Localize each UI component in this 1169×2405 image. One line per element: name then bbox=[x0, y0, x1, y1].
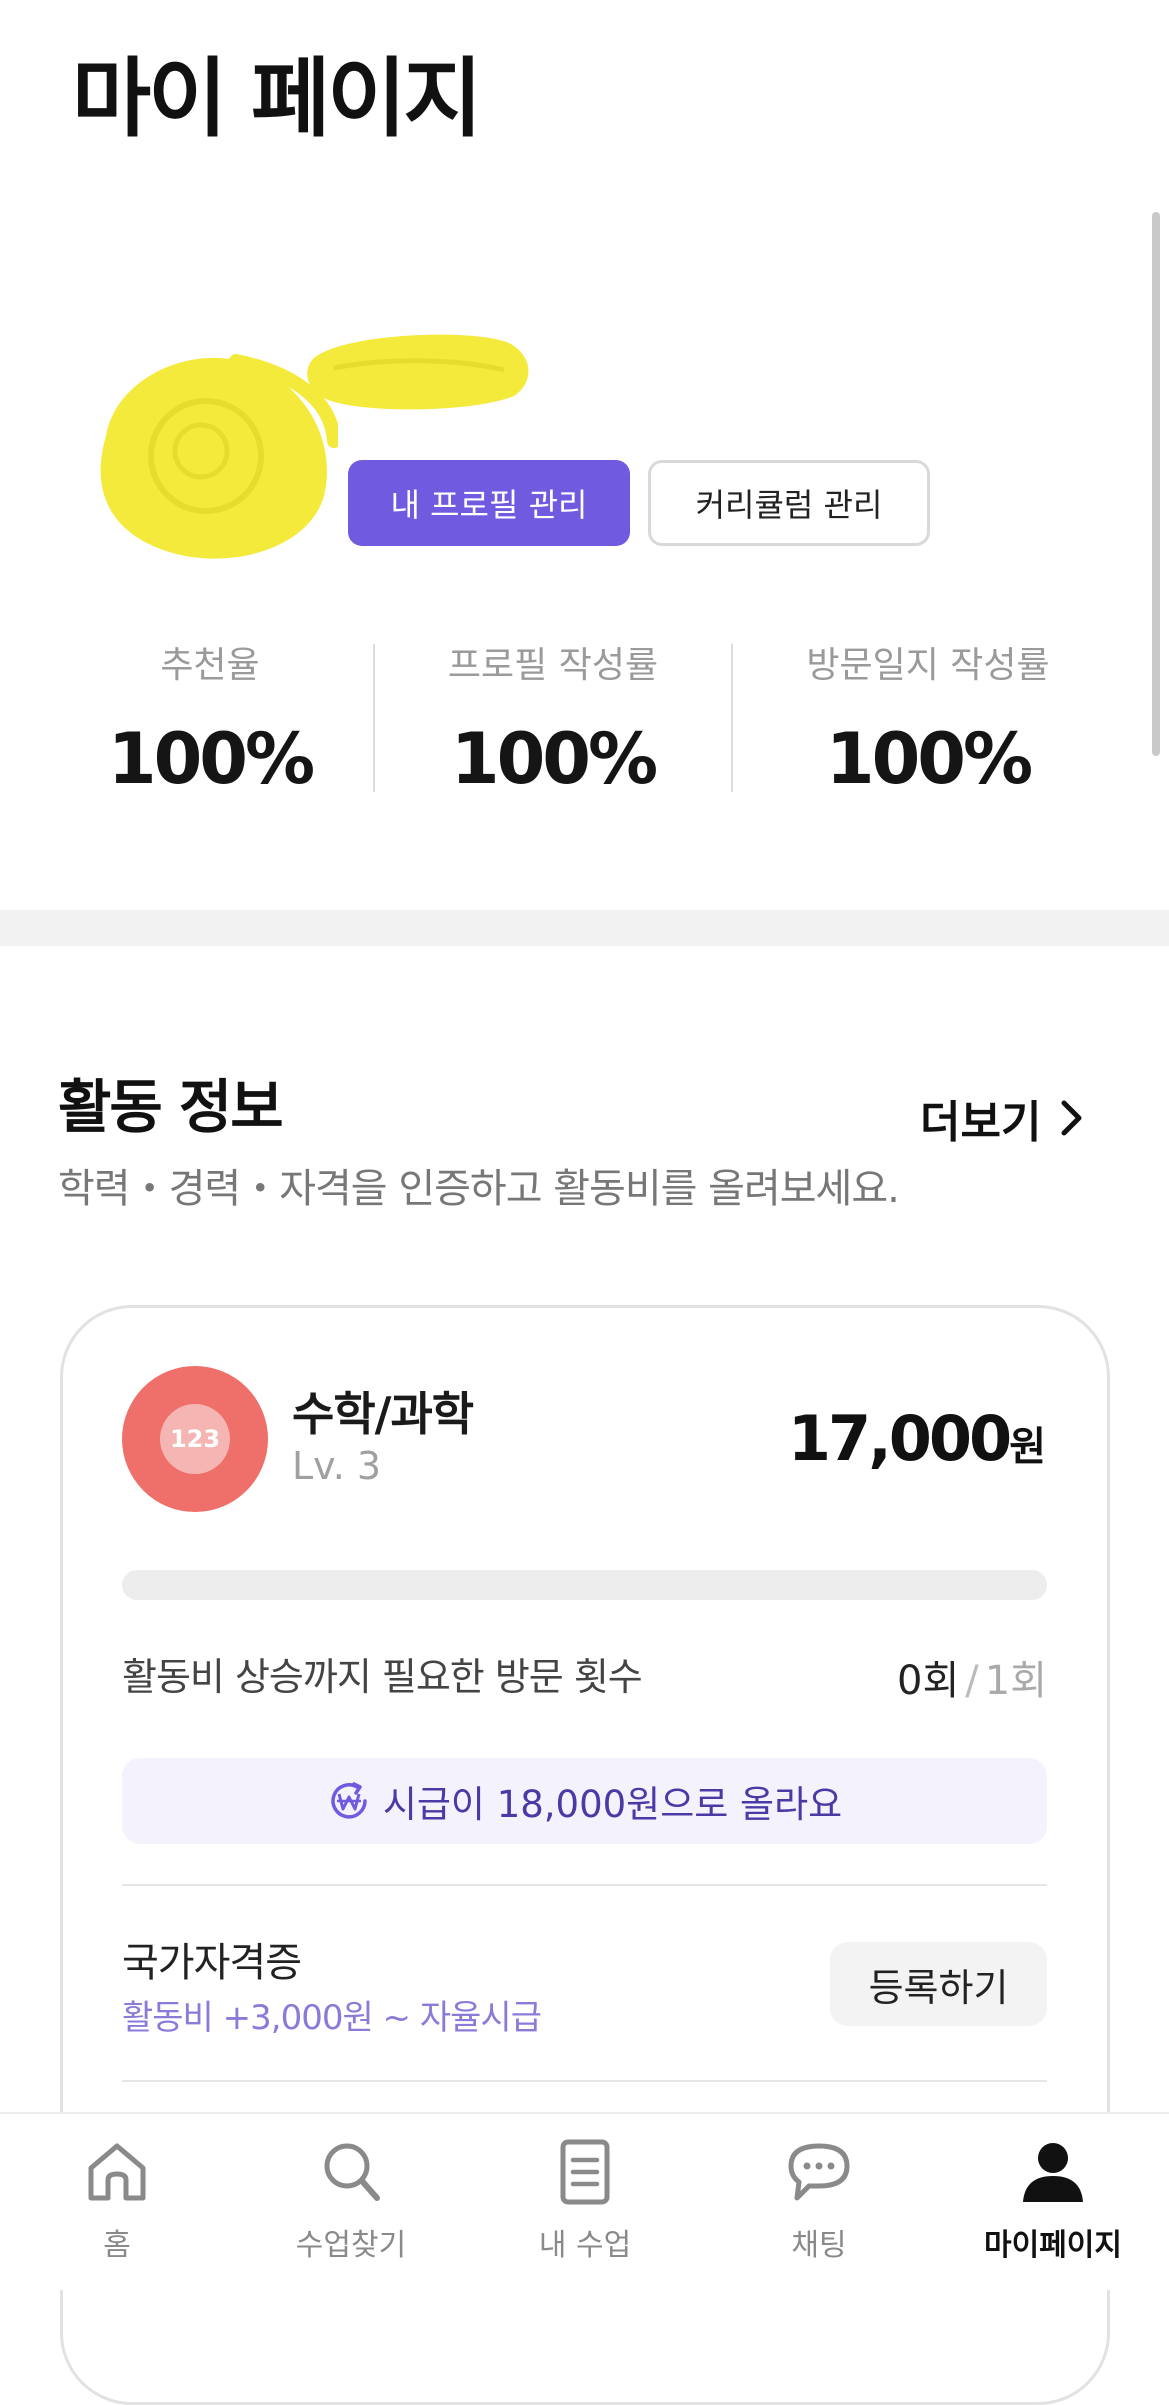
subject-level: Lv. 3 bbox=[292, 1444, 382, 1488]
more-link-label: 더보기 bbox=[920, 1097, 1042, 1148]
divider bbox=[122, 2080, 1047, 2082]
stat-divider bbox=[373, 644, 375, 792]
stat-label: 방문일지 작성률 bbox=[806, 645, 1050, 686]
nav-label: 내 수업 bbox=[538, 2228, 632, 2263]
stat-recommendation-rate: 추천율 100% bbox=[50, 636, 370, 800]
stat-visit-log-completion: 방문일지 작성률 100% bbox=[768, 636, 1088, 800]
document-icon bbox=[560, 2139, 610, 2205]
visit-count: 0회/1회 bbox=[790, 1648, 1047, 1706]
divider bbox=[122, 1884, 1047, 1886]
hourly-rate-unit: 원 bbox=[1009, 1424, 1046, 1470]
stat-profile-completion: 프로필 작성률 100% bbox=[393, 636, 713, 800]
stat-value: 100% bbox=[107, 718, 315, 800]
stat-value: 100% bbox=[450, 718, 658, 800]
nav-label: 홈 bbox=[103, 2228, 131, 2263]
nav-item-home[interactable]: 홈 bbox=[17, 2136, 217, 2264]
home-icon bbox=[88, 2143, 146, 2201]
chevron-right-icon bbox=[1061, 1100, 1082, 1136]
avatar bbox=[100, 354, 338, 559]
nav-item-my-class[interactable]: 내 수업 bbox=[485, 2136, 685, 2264]
subject-name: 수학/과학 bbox=[292, 1387, 474, 1441]
visit-current: 0회 bbox=[897, 1658, 960, 1704]
visit-total: 1회 bbox=[984, 1658, 1047, 1704]
scrollbar[interactable] bbox=[1152, 212, 1160, 756]
chat-icon bbox=[788, 2143, 850, 2201]
certificate-subtitle: 활동비 +3,000원 ~ 자율시급 bbox=[122, 1998, 542, 2038]
stat-label: 프로필 작성률 bbox=[447, 645, 659, 686]
certificate-title: 국가자격증 bbox=[122, 1940, 302, 1986]
wage-raise-text: 시급이 18,000원으로 올라요 bbox=[382, 1783, 843, 1826]
search-icon bbox=[324, 2143, 380, 2201]
math-icon: 123 bbox=[160, 1404, 230, 1474]
profile-name-redaction bbox=[307, 334, 529, 410]
person-icon bbox=[1023, 2143, 1083, 2202]
nav-item-mypage[interactable]: 마이페이지 bbox=[953, 2136, 1153, 2264]
section-separator bbox=[0, 910, 1169, 946]
manage-curriculum-button[interactable]: 커리큘럼 관리 bbox=[648, 460, 930, 546]
stat-value: 100% bbox=[825, 718, 1033, 800]
manage-profile-button[interactable]: 내 프로필 관리 bbox=[348, 460, 630, 546]
visit-separator: / bbox=[965, 1658, 979, 1704]
nav-item-chat[interactable]: 채팅 bbox=[719, 2136, 919, 2264]
stat-label: 추천율 bbox=[160, 645, 260, 686]
nav-label: 채팅 bbox=[791, 2228, 847, 2263]
page-title: 마이 페이지 bbox=[72, 49, 483, 149]
more-link[interactable]: 더보기 bbox=[920, 1086, 1085, 1150]
stat-divider bbox=[731, 644, 733, 792]
hourly-rate-value: 17,000 bbox=[787, 1402, 1012, 1475]
visit-progress-bar bbox=[122, 1570, 1047, 1600]
nav-item-find-class[interactable]: 수업찾기 bbox=[251, 2136, 451, 2264]
activity-section-subtitle: 학력・경력・자격을 인증하고 활동비를 올려보세요. bbox=[58, 1166, 900, 1212]
nav-label: 마이페이지 bbox=[984, 2228, 1122, 2263]
activity-section-title: 활동 정보 bbox=[58, 1073, 284, 1141]
won-up-icon bbox=[331, 1782, 367, 1819]
hourly-rate: 17,000원 bbox=[728, 1402, 1046, 1475]
wage-raise-banner: 시급이 18,000원으로 올라요 bbox=[122, 1758, 1047, 1844]
register-button[interactable]: 등록하기 bbox=[830, 1942, 1047, 2026]
visit-count-label: 활동비 상승까지 필요한 방문 횟수 bbox=[122, 1655, 643, 1699]
nav-label: 수업찾기 bbox=[295, 2228, 407, 2263]
